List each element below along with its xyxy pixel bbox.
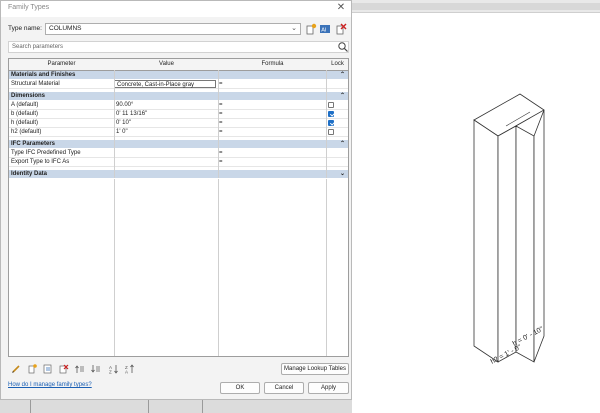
edit-type-icon[interactable]	[11, 364, 21, 374]
param-name: b (default)	[11, 111, 39, 117]
sort-descending-icon[interactable]: Z A	[125, 364, 135, 374]
param-formula[interactable]: =	[219, 101, 223, 109]
type-name-label: Type name:	[8, 25, 42, 32]
view-tab-bar	[352, 0, 600, 13]
param-row-a[interactable]: A (default) 90.00° =	[9, 101, 348, 110]
param-row-b[interactable]: b (default) 0' 11 13/16" =	[9, 110, 348, 119]
group-dimensions[interactable]: Dimensions ⌃	[9, 92, 348, 100]
expand-icon[interactable]: ⌄	[340, 170, 345, 178]
group-materials-and-finishes[interactable]: Materials and Finishes ⌃	[9, 71, 348, 79]
column-header-value[interactable]: Value	[115, 59, 218, 70]
param-name: h (default)	[11, 120, 39, 126]
param-formula[interactable]: =	[219, 128, 223, 136]
column-front-right-face	[515, 125, 535, 363]
column-divider	[114, 179, 115, 356]
move-up-icon[interactable]	[75, 364, 85, 374]
help-link[interactable]: How do I manage family types?	[8, 382, 92, 388]
delete-parameter-icon[interactable]	[59, 364, 69, 374]
family-types-dialog: Family Types ✕ Type name: COLUMNS ⌄ AI S…	[0, 0, 352, 400]
param-value[interactable]: 1' 0"	[116, 128, 128, 136]
param-name: h2 (default)	[11, 129, 42, 135]
grid-header: Parameter Value Formula Lock	[9, 59, 348, 71]
column-divider	[326, 179, 327, 356]
search-icon[interactable]	[337, 41, 349, 53]
param-formula[interactable]: =	[219, 80, 223, 88]
svg-text:AI: AI	[321, 27, 327, 33]
sort-ascending-icon[interactable]: A Z	[109, 364, 119, 374]
collapse-icon[interactable]: ⌃	[340, 92, 345, 100]
param-row-h[interactable]: h (default) 0' 10" =	[9, 119, 348, 128]
manage-lookup-tables-button[interactable]: Manage Lookup Tables	[281, 363, 349, 375]
chevron-down-icon: ⌄	[291, 25, 297, 32]
column-3d-model[interactable]: h = 0' - 10" h2 = 1' - 0"	[440, 80, 600, 380]
move-down-icon[interactable]	[91, 364, 101, 374]
column-front-left-face	[473, 119, 499, 363]
new-parameter-icon[interactable]	[27, 364, 37, 374]
new-type-icon[interactable]	[305, 23, 317, 35]
status-separator	[202, 400, 203, 413]
view-tab-strip	[352, 3, 600, 10]
param-row-export-type-to-ifc[interactable]: Export Type to IFC As =	[9, 158, 348, 167]
param-formula[interactable]: =	[219, 110, 223, 118]
status-bar	[0, 400, 352, 413]
param-formula[interactable]: =	[219, 149, 223, 157]
param-row-structural-material[interactable]: Structural Material Concrete, Cast-in-Pl…	[9, 80, 348, 89]
column-divider	[114, 70, 115, 178]
dialog-title: Family Types	[8, 4, 50, 11]
param-formula[interactable]: =	[219, 119, 223, 127]
lock-checkbox[interactable]	[328, 102, 334, 108]
apply-button[interactable]: Apply	[308, 382, 349, 394]
group-label: Materials and Finishes	[11, 72, 76, 78]
parameters-grid: Parameter Value Formula Lock Materials a…	[8, 58, 349, 357]
cancel-button[interactable]: Cancel	[264, 382, 304, 394]
search-input[interactable]: Search parameters	[8, 41, 349, 53]
column-header-parameter[interactable]: Parameter	[9, 59, 114, 70]
ok-button[interactable]: OK	[220, 382, 260, 394]
param-value[interactable]: 0' 10"	[116, 119, 131, 127]
param-name: A (default)	[11, 102, 39, 108]
column-divider	[218, 70, 219, 178]
collapse-icon[interactable]: ⌃	[340, 71, 345, 79]
status-separator	[148, 400, 149, 413]
column-side-face	[533, 109, 545, 363]
lock-checkbox-checked[interactable]	[328, 120, 334, 126]
delete-type-icon[interactable]	[335, 23, 347, 35]
param-row-h2[interactable]: h2 (default) 1' 0" =	[9, 128, 348, 137]
svg-text:A: A	[125, 370, 128, 375]
rename-type-icon[interactable]: AI	[319, 23, 331, 35]
column-divider	[218, 179, 219, 356]
lock-checkbox-checked[interactable]	[328, 111, 334, 117]
close-button[interactable]: ✕	[335, 2, 347, 14]
group-identity-data[interactable]: Identity Data ⌄	[9, 170, 348, 178]
param-row-ifc-predefined-type[interactable]: Type IFC Predefined Type =	[9, 149, 348, 158]
param-formula[interactable]: =	[219, 158, 223, 166]
type-name-select[interactable]: COLUMNS ⌄	[45, 23, 301, 35]
group-label: Identity Data	[11, 171, 48, 177]
status-separator	[30, 400, 31, 413]
group-label: IFC Parameters	[11, 141, 56, 147]
param-value[interactable]: 90.00°	[116, 101, 133, 109]
param-value-input[interactable]: Concrete, Cast-in-Place gray	[114, 80, 216, 88]
edit-parameter-icon[interactable]	[43, 364, 53, 374]
collapse-icon[interactable]: ⌃	[340, 140, 345, 148]
group-label: Dimensions	[11, 93, 46, 99]
param-value[interactable]: 0' 11 13/16"	[116, 110, 147, 118]
param-name: Structural Material	[11, 81, 60, 87]
group-ifc-parameters[interactable]: IFC Parameters ⌃	[9, 140, 348, 148]
column-front-mid-face	[497, 125, 517, 363]
dialog-titlebar[interactable]: Family Types ✕	[1, 1, 351, 17]
lock-checkbox[interactable]	[328, 129, 334, 135]
param-name: Type IFC Predefined Type	[11, 150, 81, 156]
column-header-lock[interactable]: Lock	[327, 59, 348, 70]
column-divider	[326, 70, 327, 178]
column-header-formula[interactable]: Formula	[219, 59, 326, 70]
type-name-value: COLUMNS	[49, 25, 82, 32]
param-name: Export Type to IFC As	[11, 159, 70, 165]
svg-text:Z: Z	[109, 370, 112, 375]
